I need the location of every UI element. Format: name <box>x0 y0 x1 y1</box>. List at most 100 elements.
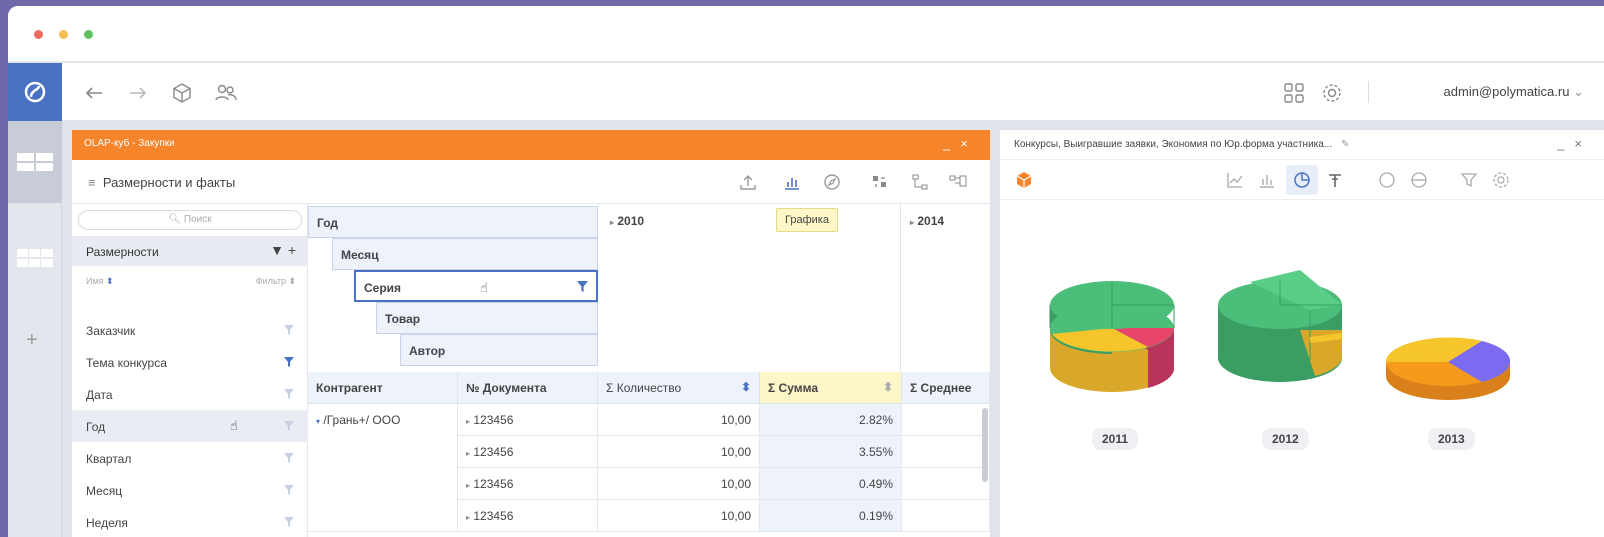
funnel-icon[interactable] <box>577 281 588 292</box>
sort-icon[interactable]: ⬍ <box>741 380 751 394</box>
col-sum[interactable]: Σ Сумма ⬍ <box>760 372 902 404</box>
col-quantity-label: Σ Количество <box>606 381 682 395</box>
edit-icon[interactable]: ✎ <box>1341 139 1349 150</box>
chart-bar-icon[interactable] <box>782 172 802 192</box>
olap-header: OLAP-куб - Закупки _× <box>72 130 990 160</box>
funnel-icon[interactable] <box>284 453 294 463</box>
sort-icon[interactable]: ⬍ <box>883 380 893 394</box>
dimensions-panel: 🔍︎ Поиск Размерности ▼ + Имя ⬍ Фильтр ⬍ … <box>72 204 308 537</box>
pin-icon[interactable] <box>1326 171 1344 189</box>
table-row-doc[interactable]: ▸ 123456 <box>458 436 598 468</box>
dimension-label: Неделя <box>86 516 128 530</box>
table-row-doc[interactable]: ▸ 123456 <box>458 500 598 532</box>
line-chart-icon[interactable] <box>1226 171 1244 189</box>
search-input[interactable]: 🔍︎ Поиск <box>78 210 302 230</box>
sort-name[interactable]: Имя <box>86 276 104 286</box>
bar-chart-icon[interactable] <box>1258 171 1276 189</box>
close-dot[interactable] <box>34 30 43 39</box>
cube-icon[interactable] <box>1014 170 1034 190</box>
col-sum-label: Σ Сумма <box>768 381 818 395</box>
donut-icon[interactable] <box>1410 171 1428 189</box>
funnel-icon[interactable] <box>284 325 294 335</box>
group-cell[interactable]: ▾ /Грань+/ ООО <box>308 404 458 532</box>
qty-cell: 10,00 <box>598 404 760 436</box>
chevron-down-icon: ⌄ <box>1573 84 1584 99</box>
gear-icon[interactable] <box>1320 81 1344 105</box>
dimension-label: Квартал <box>86 452 132 466</box>
table-row-doc[interactable]: ▸ 123456 <box>458 468 598 500</box>
scrollbar[interactable] <box>982 408 988 482</box>
users-icon[interactable] <box>214 81 238 105</box>
pie-chart-icon[interactable] <box>1293 171 1311 189</box>
dimension-item[interactable]: Тема конкурса <box>72 346 308 378</box>
dims-actions[interactable]: ▼ + <box>270 242 296 258</box>
group-label: /Грань+/ ООО <box>323 413 401 427</box>
window-controls[interactable]: _× <box>943 136 978 151</box>
cursor-icon: ☝︎ <box>230 418 238 433</box>
funnel-icon[interactable] <box>284 517 294 527</box>
funnel-icon[interactable] <box>284 389 294 399</box>
back-arrow-icon[interactable] <box>82 81 106 105</box>
dimension-item[interactable]: Дата <box>72 378 308 410</box>
col-document[interactable]: № Документа <box>458 372 598 404</box>
transpose-icon[interactable] <box>870 172 890 192</box>
window-controls[interactable]: _× <box>1557 136 1592 151</box>
sidebar: + <box>8 121 62 537</box>
olap-toolbar: ≡ Размерности и факты <box>72 160 990 204</box>
year-label: 2010 <box>617 214 645 228</box>
col-quantity[interactable]: Σ Количество ⬍ <box>598 372 760 404</box>
apps-grid-icon[interactable] <box>1282 81 1306 105</box>
dimension-item[interactable]: Заказчик <box>72 314 308 346</box>
row-header-product[interactable]: Товар <box>376 302 598 334</box>
row-header-series[interactable]: Серия ☝︎ <box>354 270 598 302</box>
year-label-2011: 2011 <box>1092 428 1139 450</box>
avg-cell <box>902 468 990 500</box>
sidebar-item-active[interactable] <box>8 121 62 203</box>
user-menu[interactable]: admin@polymatica.ru ⌄ <box>1444 84 1584 100</box>
funnel-icon[interactable] <box>284 357 294 367</box>
funnel-icon[interactable] <box>284 485 294 495</box>
compass-icon[interactable] <box>822 172 842 192</box>
dimension-item-selected[interactable]: Год <box>72 410 308 442</box>
layout-alt-icon[interactable] <box>17 249 53 267</box>
plus-icon[interactable]: + <box>26 329 38 352</box>
circle-icon[interactable] <box>1378 171 1396 189</box>
pie-2011[interactable] <box>1049 281 1175 392</box>
layout-icon <box>17 153 53 171</box>
row-header-year[interactable]: Год <box>308 206 598 238</box>
year-2010-header[interactable]: ▸ 2010 <box>610 214 644 228</box>
maximize-dot[interactable] <box>84 30 93 39</box>
table-row-doc[interactable]: ▸ 123456 <box>458 404 598 436</box>
forward-arrow-icon[interactable] <box>126 81 150 105</box>
series-label: Серия <box>364 281 402 295</box>
pie-2012[interactable] <box>1218 270 1343 382</box>
dimension-item[interactable]: Неделя <box>72 506 308 537</box>
window-titlebar <box>8 6 1604 62</box>
dims-facts-label: Размерности и факты <box>102 175 236 190</box>
tree-icon[interactable] <box>948 172 968 192</box>
row-header-month[interactable]: Месяц <box>332 238 598 270</box>
minimize-dot[interactable] <box>59 30 68 39</box>
dims-subheader: Имя ⬍ Фильтр ⬍ <box>86 276 296 287</box>
doc-value: 123456 <box>473 445 514 459</box>
olap-grid: Год Месяц Серия ☝︎ Товар Автор ▸ 2010 ▸ 2… <box>308 204 990 537</box>
dims-facts-menu[interactable]: ≡ Размерности и факты <box>88 175 235 190</box>
hierarchy-icon[interactable] <box>910 172 930 192</box>
filter-icon[interactable] <box>1460 171 1478 189</box>
col-contractor[interactable]: Контрагент <box>308 372 458 404</box>
cube-icon[interactable] <box>170 81 194 105</box>
gear-icon[interactable] <box>1492 171 1510 189</box>
doc-value: 123456 <box>473 509 514 523</box>
sort-filter[interactable]: Фильтр ⬍ <box>256 276 296 287</box>
upload-icon[interactable] <box>738 172 758 192</box>
logo[interactable] <box>8 63 62 121</box>
funnel-icon[interactable] <box>284 421 294 431</box>
year-label-2013: 2013 <box>1428 428 1475 450</box>
pie-2013[interactable] <box>1386 337 1511 400</box>
row-header-author[interactable]: Автор <box>400 334 598 366</box>
chart-toolbar <box>1000 160 1604 200</box>
dimension-item[interactable]: Квартал <box>72 442 308 474</box>
year-2014-header[interactable]: ▸ 2014 <box>910 214 944 228</box>
dimension-item[interactable]: Месяц <box>72 474 308 506</box>
col-average[interactable]: Σ Среднее <box>902 372 990 404</box>
